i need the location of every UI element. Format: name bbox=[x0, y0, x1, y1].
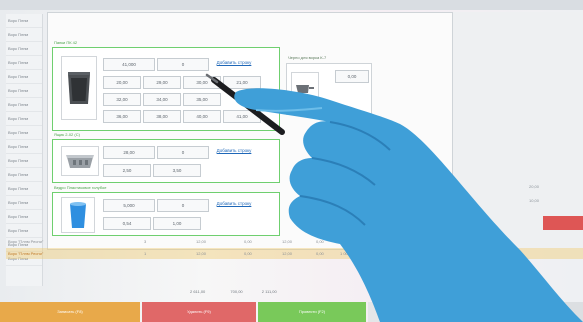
left-list-item[interactable]: Ворк Плнм bbox=[6, 70, 42, 84]
crate-image bbox=[61, 146, 99, 176]
total-a: 2 611,00 bbox=[190, 289, 206, 294]
section2-value[interactable]: 2,50 bbox=[103, 164, 151, 177]
section1-add-row-link[interactable]: Добавить строку bbox=[209, 58, 259, 68]
section2-value[interactable]: 3,50 bbox=[153, 164, 201, 177]
left-list-item[interactable]: Ворк Плнм bbox=[6, 154, 42, 168]
right-section-title: Черно для ворка К-7 bbox=[288, 55, 327, 60]
row-cell: 0,00 bbox=[316, 239, 324, 244]
row-cell: 0,00 bbox=[244, 251, 252, 256]
row-cell: 12,00 bbox=[282, 239, 293, 244]
total-b: 700,00 bbox=[230, 289, 243, 294]
left-list-item[interactable]: Ворк Плнм bbox=[6, 98, 42, 112]
bin-icon bbox=[68, 72, 90, 104]
right-section: 0,00 bbox=[286, 63, 372, 115]
section1-zero[interactable]: 0 bbox=[157, 58, 209, 71]
left-list-item[interactable]: Ворк Плнм bbox=[6, 14, 42, 28]
app-screen: Ворк Плнм Ворк Плнм Ворк Плнм Ворк Плнм … bbox=[0, 0, 583, 322]
row-cell: 1 000,00 bbox=[340, 239, 356, 244]
scoop-icon bbox=[296, 85, 314, 93]
section1-grid-cell[interactable]: 20,00 bbox=[103, 76, 141, 89]
left-list-item[interactable]: Ворк Плнм bbox=[6, 28, 42, 42]
section1-grid-cell[interactable]: 38,00 bbox=[143, 110, 181, 123]
table-row[interactable]: Ворк "Плнм Ресни" 1 12,00 0,00 12,00 0,0… bbox=[6, 248, 583, 259]
section2-add-row-link[interactable]: Добавить строку bbox=[209, 146, 259, 156]
left-list-item[interactable]: Ворк Плнм bbox=[6, 196, 42, 210]
section2-title: Ящик 2-02 (С) bbox=[54, 132, 80, 137]
post-button[interactable]: Провести (F2) bbox=[258, 302, 366, 322]
print-button[interactable]: Печать bbox=[368, 302, 442, 322]
row-cell: 0,00 bbox=[316, 251, 324, 256]
order-rows: Ворк "Плнм Ресни" 3 12,00 0,00 12,00 0,0… bbox=[6, 236, 583, 278]
section1-grid-cell[interactable]: 21,00 bbox=[223, 76, 261, 89]
section1: 41,000 0 Добавить строку 20,00 29,00 30,… bbox=[52, 47, 280, 131]
row-cell: 1 000,00 bbox=[340, 251, 356, 256]
section2: 28,00 0 Добавить строку 2,50 3,50 bbox=[52, 139, 280, 183]
scoop-image bbox=[291, 72, 319, 104]
row-qty: 1 bbox=[144, 251, 147, 256]
row-qty: 3 bbox=[144, 239, 147, 244]
product-panel: Папки ПК 42 41,000 0 Добавить строку 20,… bbox=[47, 12, 454, 250]
left-list-item[interactable]: Ворк Плнм bbox=[6, 182, 42, 196]
bin-image bbox=[61, 56, 97, 120]
row-name: Ворк "Плнм Ресни" bbox=[8, 239, 44, 244]
left-list-item[interactable]: Ворк Плнм bbox=[6, 84, 42, 98]
row-cell: 12,00 bbox=[196, 239, 207, 244]
total-c: 2 111,00 bbox=[261, 289, 277, 294]
section1-grid-cell[interactable]: 36,00 bbox=[103, 110, 141, 123]
row-cell: 12,00 bbox=[282, 251, 293, 256]
left-list-item[interactable]: Ворк Плнм bbox=[6, 168, 42, 182]
section1-grid-cell[interactable]: 34,00 bbox=[143, 93, 181, 106]
section1-grid-cell[interactable]: 32,00 bbox=[103, 93, 141, 106]
top-bar bbox=[0, 0, 583, 10]
record-button[interactable]: Записать (F8) bbox=[0, 302, 140, 322]
left-list-item[interactable]: Ворк Плнм bbox=[6, 210, 42, 224]
section2-qty[interactable]: 28,00 bbox=[103, 146, 155, 159]
left-list-item[interactable]: Ворк Плнм bbox=[6, 126, 42, 140]
footer-toolbar: Записать (F8) Удалить (F9) Провести (F2)… bbox=[0, 302, 583, 322]
print-button[interactable]: Печать bbox=[444, 302, 583, 322]
bucket-image bbox=[61, 197, 95, 233]
right-col-value: 10,00 bbox=[529, 198, 540, 203]
left-list-item[interactable]: Ворк Плнм bbox=[6, 140, 42, 154]
alert-strip bbox=[543, 216, 583, 230]
section2-zero[interactable]: 0 bbox=[157, 146, 209, 159]
bucket-icon bbox=[70, 202, 86, 228]
section1-qty[interactable]: 41,000 bbox=[103, 58, 155, 71]
section3-value[interactable]: 0,54 bbox=[103, 217, 151, 230]
section1-title: Папки ПК 42 bbox=[54, 40, 78, 45]
section1-grid-cell[interactable]: 35,00 bbox=[183, 93, 221, 106]
crate-icon bbox=[66, 155, 94, 168]
section1-grid-cell[interactable]: 29,00 bbox=[143, 76, 181, 89]
section3-value[interactable]: 1,00 bbox=[153, 217, 201, 230]
row-name: Ворк "Плнм Ресни" bbox=[8, 251, 44, 256]
section1-grid-cell[interactable]: 30,00 bbox=[183, 76, 221, 89]
section3-zero[interactable]: 0 bbox=[157, 199, 209, 212]
totals: 2 611,00 700,00 2 111,00 bbox=[190, 289, 277, 294]
table-row[interactable]: Ворк "Плнм Ресни" 3 12,00 0,00 12,00 0,0… bbox=[6, 236, 583, 247]
section1-grid-cell[interactable]: 40,00 bbox=[183, 110, 221, 123]
right-column: 20,00 10,00 bbox=[452, 12, 583, 248]
section1-grid-cell[interactable]: 41,00 bbox=[223, 110, 261, 123]
section3: 5,000 0 Добавить строку 0,54 1,00 bbox=[52, 192, 280, 236]
delete-button[interactable]: Удалить (F9) bbox=[142, 302, 256, 322]
row-cell: 12,00 bbox=[196, 251, 207, 256]
right-section-value[interactable]: 0,00 bbox=[335, 70, 369, 83]
section3-title: Ведро Пластиковое голубое bbox=[54, 185, 107, 190]
row-cell: 0,00 bbox=[244, 239, 252, 244]
left-list-item[interactable]: Ворк Плнм bbox=[6, 42, 42, 56]
right-col-value: 20,00 bbox=[529, 184, 540, 189]
section3-qty[interactable]: 5,000 bbox=[103, 199, 155, 212]
left-list-item[interactable]: Ворк Плнм bbox=[6, 112, 42, 126]
section3-add-row-link[interactable]: Добавить строку bbox=[209, 199, 259, 209]
left-list-item[interactable]: Ворк Плнм bbox=[6, 56, 42, 70]
